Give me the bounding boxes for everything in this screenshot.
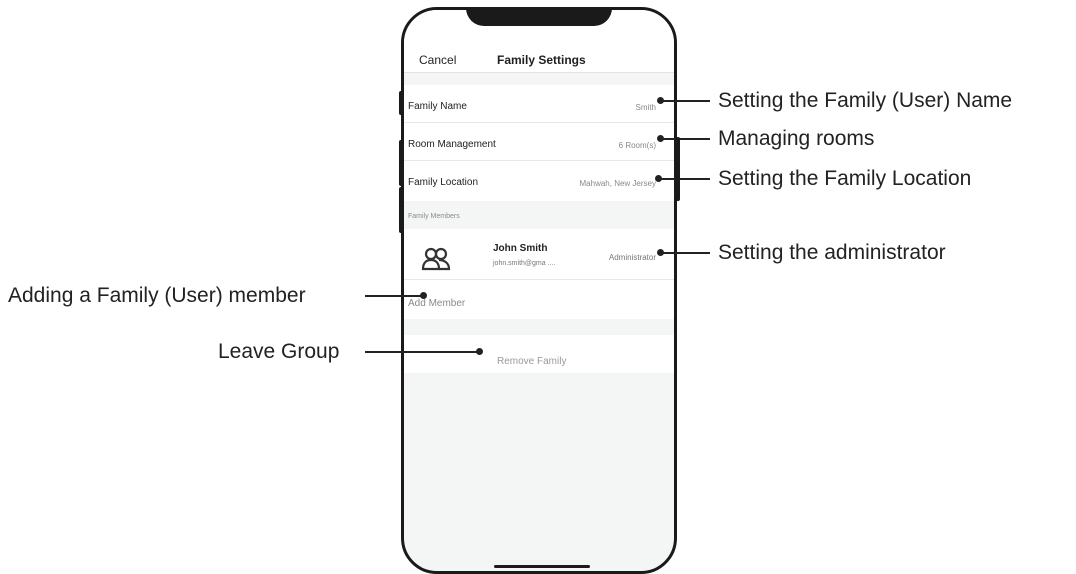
family-name-value: Smith bbox=[635, 103, 656, 112]
phone-screen: Cancel Family Settings Family Name Smith… bbox=[401, 7, 677, 574]
member-email: john.smith@gma .... bbox=[493, 260, 556, 267]
room-management-value: 6 Room(s) bbox=[618, 141, 656, 150]
callout-leader bbox=[365, 351, 480, 353]
phone-side-button bbox=[399, 140, 404, 186]
callout-family-name: Setting the Family (User) Name bbox=[718, 89, 1013, 112]
phone-notch bbox=[466, 7, 612, 26]
callout-add-member: Adding a Family (User) member bbox=[8, 284, 306, 307]
callout-leader bbox=[660, 100, 710, 102]
family-location-value: Mahwah, New Jersey bbox=[579, 179, 656, 188]
callout-administrator: Setting the administrator bbox=[718, 241, 946, 264]
callout-leave-group: Leave Group bbox=[218, 340, 340, 363]
phone-side-button bbox=[675, 137, 680, 201]
family-name-row[interactable]: Family Name Smith Room Management 6 Room… bbox=[404, 85, 674, 201]
add-member-button[interactable]: Add Member bbox=[408, 298, 465, 309]
cancel-button[interactable]: Cancel bbox=[419, 53, 456, 67]
room-management-label[interactable]: Room Management bbox=[408, 139, 496, 150]
callout-dot bbox=[420, 292, 427, 299]
member-role[interactable]: Administrator bbox=[609, 253, 656, 262]
callout-leader bbox=[660, 252, 710, 254]
remove-family-row[interactable] bbox=[404, 335, 674, 373]
page-title: Family Settings bbox=[497, 53, 586, 67]
phone-side-button bbox=[399, 91, 404, 115]
callout-leader bbox=[658, 178, 710, 180]
family-members-section-label: Family Members bbox=[408, 213, 460, 220]
family-location-label[interactable]: Family Location bbox=[408, 177, 478, 188]
remove-family-button[interactable]: Remove Family bbox=[497, 356, 566, 367]
callout-dot bbox=[476, 348, 483, 355]
callout-rooms: Managing rooms bbox=[718, 127, 875, 150]
home-indicator bbox=[494, 565, 590, 568]
divider bbox=[404, 160, 674, 161]
family-members-icon bbox=[421, 247, 451, 271]
divider bbox=[404, 279, 674, 280]
callout-leader bbox=[365, 295, 423, 297]
callout-leader bbox=[660, 138, 710, 140]
member-name: John Smith bbox=[493, 243, 548, 254]
callout-location: Setting the Family Location bbox=[718, 167, 972, 190]
divider bbox=[404, 122, 674, 123]
family-name-label: Family Name bbox=[408, 101, 467, 112]
phone-side-button bbox=[399, 187, 404, 233]
